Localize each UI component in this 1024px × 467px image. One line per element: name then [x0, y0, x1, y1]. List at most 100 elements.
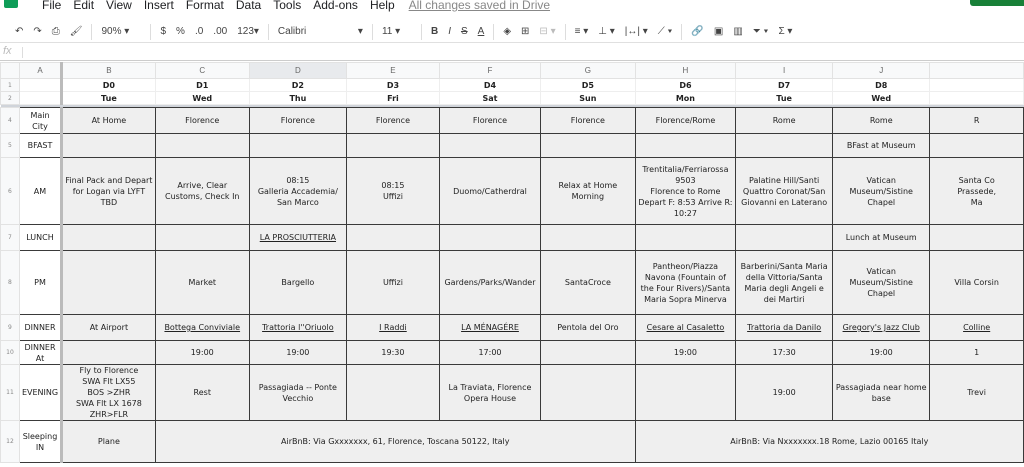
row-header[interactable]: 4 — [0, 107, 20, 134]
link-cell[interactable]: Gregory's Jazz Club — [832, 314, 931, 341]
link-cell[interactable]: I Raddi — [345, 314, 440, 341]
italic-button[interactable]: I — [443, 26, 456, 37]
font-size-select[interactable]: 11 ▾ — [377, 26, 417, 37]
row-label-cell[interactable]: BFAST — [18, 133, 64, 158]
menu-addons[interactable]: Add-ons — [307, 0, 364, 12]
more-formats-button[interactable]: 123▾ — [232, 26, 264, 37]
cell[interactable]: 19:00 — [154, 340, 250, 365]
row-label-cell[interactable]: LUNCH — [18, 224, 64, 251]
cell[interactable]: Arrive, Clear Customs, Check In — [154, 157, 250, 225]
cell[interactable] — [634, 364, 737, 421]
link-cell[interactable]: Bottega Conviviale — [154, 314, 250, 341]
link-cell[interactable]: LA MÉNAGÉRE — [438, 314, 542, 341]
menu-data[interactable]: Data — [230, 0, 267, 12]
horizontal-align-icon[interactable]: ≡ ▾ — [570, 26, 594, 37]
cell[interactable] — [634, 133, 737, 158]
menu-format[interactable]: Format — [180, 0, 230, 12]
insert-chart-icon[interactable]: ▥ — [728, 26, 747, 37]
row-header[interactable]: 7 — [0, 224, 20, 251]
text-wrap-icon[interactable]: |↔| ▾ — [620, 26, 653, 37]
cell[interactable]: La Traviata, Florence Opera House — [438, 364, 542, 421]
cell[interactable]: BFast at Museum — [832, 133, 931, 158]
insert-link-icon[interactable]: 🔗 — [686, 26, 708, 37]
currency-button[interactable]: $ — [155, 26, 171, 37]
cell[interactable]: 19:00 — [832, 340, 931, 365]
day-code-cell[interactable] — [929, 78, 1024, 92]
day-code-cell[interactable]: D3 — [345, 78, 440, 92]
column-header-i[interactable]: I — [735, 62, 834, 79]
cell[interactable]: Florence — [248, 107, 347, 134]
merge-cells-icon[interactable]: ⊟ ▾ — [534, 26, 560, 37]
font-select[interactable]: Calibri — [273, 26, 353, 37]
cell[interactable] — [345, 133, 440, 158]
day-name-cell[interactable]: Tue — [735, 91, 834, 105]
cell[interactable]: Bargello — [248, 250, 347, 315]
cell[interactable] — [438, 224, 542, 251]
cell[interactable]: 17:30 — [735, 340, 834, 365]
cell[interactable] — [154, 133, 250, 158]
paint-format-icon[interactable]: 🖌 — [65, 26, 88, 37]
cell[interactable]: 19:00 — [634, 340, 737, 365]
cell[interactable] — [248, 133, 347, 158]
day-name-cell[interactable]: Sat — [438, 91, 542, 105]
row-header[interactable]: 6 — [0, 157, 20, 225]
row-label-cell[interactable]: AM — [18, 157, 64, 225]
zoom-select[interactable]: 90% ▾ — [96, 26, 146, 37]
cell[interactable]: Market — [154, 250, 250, 315]
decrease-decimal-button[interactable]: .0 — [190, 26, 208, 37]
cell[interactable]: Fly to Florence SWA Flt LX55 BOS >ZHR SW… — [61, 364, 156, 421]
cell[interactable]: Barberini/Santa Maria della Vittoria/San… — [735, 250, 834, 315]
day-name-cell[interactable]: Fri — [345, 91, 440, 105]
cell[interactable]: Palatine Hill/Santi Quattro Coronat/San … — [735, 157, 834, 225]
cell[interactable] — [61, 250, 156, 315]
share-button[interactable] — [970, 0, 1024, 6]
row-label-cell[interactable]: DINNER At — [18, 340, 64, 365]
text-color-button[interactable]: A — [473, 26, 490, 37]
cell[interactable]: Rome — [735, 107, 834, 134]
day-name-cell[interactable]: Wed — [154, 91, 250, 105]
vertical-align-icon[interactable]: ⊥ ▾ — [593, 26, 620, 37]
cell[interactable]: Vatican Museum/Sistine Chapel — [832, 157, 931, 225]
row-header[interactable]: 8 — [0, 250, 20, 315]
save-status[interactable]: All changes saved in Drive — [409, 0, 550, 12]
row-header[interactable]: 10 — [0, 340, 20, 365]
cell[interactable]: Lunch at Museum — [832, 224, 931, 251]
print-icon[interactable]: ⎙ — [47, 26, 65, 37]
bold-button[interactable]: B — [426, 26, 443, 37]
row-label-cell[interactable]: Main City — [18, 107, 64, 134]
link-cell[interactable]: LA PROSCIUTTERIA — [248, 224, 347, 251]
increase-decimal-button[interactable]: .00 — [208, 26, 232, 37]
cell[interactable] — [345, 224, 440, 251]
cell[interactable] — [634, 224, 737, 251]
cell[interactable]: At Home — [61, 107, 156, 134]
day-name-cell[interactable]: Sun — [540, 91, 636, 105]
cell[interactable]: 19:00 — [735, 364, 834, 421]
functions-button[interactable]: Σ ▾ — [773, 26, 797, 37]
row-label-cell[interactable]: Sleeping IN — [18, 420, 64, 463]
filter-icon[interactable]: ⏷ ▾ — [748, 26, 774, 37]
menu-help[interactable]: Help — [364, 0, 401, 12]
cell[interactable]: Florence — [154, 107, 250, 134]
cell[interactable]: Florence/Rome — [634, 107, 737, 134]
cell[interactable] — [154, 224, 250, 251]
day-code-cell[interactable]: D4 — [438, 78, 542, 92]
day-code-cell[interactable]: D7 — [735, 78, 834, 92]
cell[interactable]: Santa Co Prassede, Ma — [929, 157, 1024, 225]
row-header[interactable]: 11 — [0, 364, 20, 421]
insert-comment-icon[interactable]: ▣ — [709, 26, 728, 37]
day-code-cell[interactable]: D5 — [540, 78, 636, 92]
day-code-cell[interactable] — [18, 78, 64, 92]
row-header[interactable]: 1 — [0, 78, 20, 92]
menu-view[interactable]: View — [100, 0, 138, 12]
cell[interactable] — [735, 224, 834, 251]
text-rotate-icon[interactable]: ⟋ ▾ — [653, 26, 678, 37]
menu-edit[interactable]: Edit — [67, 0, 100, 12]
row-header[interactable]: 12 — [0, 420, 20, 463]
sheets-logo-icon[interactable] — [4, 0, 18, 8]
day-name-cell[interactable]: Mon — [634, 91, 737, 105]
cell[interactable] — [540, 340, 636, 365]
cell[interactable]: Rest — [154, 364, 250, 421]
day-code-cell[interactable]: D0 — [61, 78, 156, 92]
day-code-cell[interactable]: D2 — [248, 78, 347, 92]
cell[interactable]: Uffizi — [345, 250, 440, 315]
